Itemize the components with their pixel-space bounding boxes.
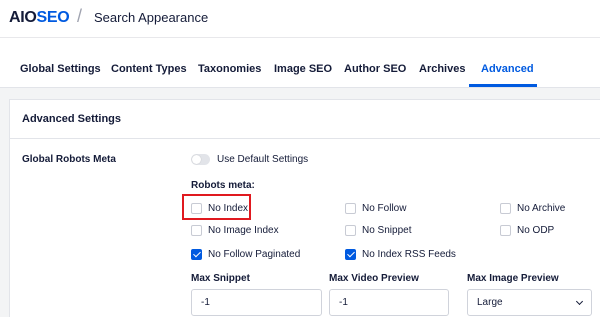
checkbox-label: No Index RSS Feeds [362,248,456,260]
checkbox-label: No Archive [517,202,566,214]
no-snippet-checkbox[interactable]: No Snippet [345,224,411,236]
global-robots-meta-label: Global Robots Meta [22,154,116,165]
checkbox-box [500,224,511,236]
no-image-index-checkbox[interactable]: No Image Index [191,224,279,236]
tab-image-seo[interactable]: Image SEO [274,38,332,88]
tab-bar: Global Settings Content Types Taxonomies… [0,38,600,88]
checkbox-box [191,248,202,260]
checkbox-box [345,248,356,260]
checkbox-label: No Snippet [362,224,412,236]
max-video-preview-input[interactable]: -1 [329,289,449,316]
checkbox-box [345,202,356,214]
select-value: Large [477,297,503,308]
checkbox-label: No ODP [517,224,555,236]
tab-author-seo[interactable]: Author SEO [344,38,406,88]
checkbox-label: No Image Index [208,224,279,236]
page-title: Search Appearance [94,10,209,25]
tab-taxonomies[interactable]: Taxonomies [198,38,261,88]
checkbox-box [500,202,511,214]
max-snippet-label: Max Snippet [191,273,250,284]
no-index-rss-feeds-checkbox[interactable]: No Index RSS Feeds [345,248,456,260]
tab-content-types[interactable]: Content Types [111,38,187,88]
no-follow-checkbox[interactable]: No Follow [345,202,406,214]
breadcrumb-separator: / [77,6,83,26]
checkbox-box [191,224,202,236]
no-follow-paginated-checkbox[interactable]: No Follow Paginated [191,248,300,260]
no-odp-checkbox[interactable]: No ODP [500,224,554,236]
card-title: Advanced Settings [22,113,122,125]
tab-archives[interactable]: Archives [419,38,465,88]
chevron-down-icon [575,297,584,306]
max-image-preview-select[interactable]: Large [467,289,592,316]
no-index-highlight [182,194,251,220]
checkbox-label: No Follow Paginated [208,248,301,260]
toggle-knob [192,155,201,164]
active-tab-indicator [469,84,537,87]
top-bar [0,0,600,38]
aioseo-logo[interactable]: AIO SEO [9,7,70,29]
use-default-settings-toggle[interactable] [191,154,210,165]
robots-meta-label: Robots meta: [191,180,255,191]
checkbox-box [345,224,356,236]
checkbox-label: No Follow [362,202,407,214]
tab-advanced[interactable]: Advanced [481,38,534,88]
no-archive-checkbox[interactable]: No Archive [500,202,565,214]
max-image-preview-label: Max Image Preview [467,273,559,284]
max-video-preview-label: Max Video Preview [329,273,419,284]
max-snippet-input[interactable]: -1 [191,289,322,316]
use-default-settings-label: Use Default Settings [217,154,309,165]
logo-text-aio: AIO [9,9,37,26]
tab-global-settings[interactable]: Global Settings [20,38,101,88]
logo-text-seo: SEO [36,9,70,26]
